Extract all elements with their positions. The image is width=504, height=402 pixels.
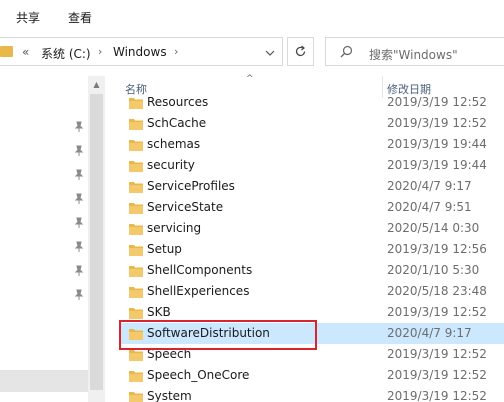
address-bar[interactable]: « 系统 (C:) › Windows › xyxy=(0,37,283,66)
file-date: 2019/3/19 12:52 xyxy=(387,305,487,319)
search-icon xyxy=(340,45,353,58)
pin-icon[interactable] xyxy=(74,241,84,253)
breadcrumb-drive[interactable]: 系统 (C:) xyxy=(41,45,91,62)
file-row[interactable]: Resources 2019/3/19 12:52 xyxy=(120,92,504,113)
folder-icon xyxy=(129,119,143,130)
folder-icon xyxy=(129,287,143,298)
pin-icon[interactable] xyxy=(74,289,84,301)
file-date: 2019/3/19 12:56 xyxy=(387,242,487,256)
pin-icon[interactable] xyxy=(74,193,84,205)
nav-scroll-thumb[interactable] xyxy=(90,94,103,390)
file-row[interactable]: security 2019/3/19 19:44 xyxy=(120,155,504,176)
file-row[interactable]: Setup 2019/3/19 12:56 xyxy=(120,239,504,260)
sort-up-icon: ^ xyxy=(246,74,254,84)
folder-icon xyxy=(129,245,143,256)
file-date: 2020/5/14 0:30 xyxy=(387,221,480,235)
file-row[interactable]: servicing 2020/5/14 0:30 xyxy=(120,218,504,239)
search-input[interactable]: 搜索"Windows" xyxy=(325,37,504,66)
file-date: 2019/3/19 12:52 xyxy=(387,95,487,109)
file-name: System xyxy=(147,389,192,402)
pin-icon[interactable] xyxy=(74,265,84,277)
file-name: ShellExperiences xyxy=(147,284,250,298)
search-placeholder: 搜索"Windows" xyxy=(369,48,458,62)
file-row[interactable]: schemas 2019/3/19 19:44 xyxy=(120,134,504,155)
file-name: SchCache xyxy=(147,116,207,130)
file-name: ServiceState xyxy=(147,200,224,214)
file-row[interactable]: System 2019/3/19 12:52 xyxy=(120,386,504,402)
file-date: 2019/3/19 12:52 xyxy=(387,368,487,382)
file-row[interactable]: ShellComponents 2020/1/10 5:30 xyxy=(120,260,504,281)
pin-icon[interactable] xyxy=(74,145,84,157)
scroll-up-icon[interactable]: ▲ xyxy=(88,76,105,93)
file-row[interactable]: ServiceState 2020/4/7 9:51 xyxy=(120,197,504,218)
pin-icon[interactable] xyxy=(74,121,84,133)
file-name: Resources xyxy=(147,95,209,109)
folder-icon xyxy=(129,371,143,382)
file-name: ShellComponents xyxy=(147,263,253,277)
file-name: ServiceProfiles xyxy=(147,179,235,193)
folder-icon xyxy=(129,266,143,277)
file-list: Resources 2019/3/19 12:52 SchCache 2019/3/1… xyxy=(105,92,504,402)
nav-selected-item[interactable] xyxy=(0,370,88,392)
file-date: 2019/3/19 19:44 xyxy=(387,137,487,151)
file-row[interactable]: ShellExperiences 2020/5/18 23:48 xyxy=(120,281,504,302)
folder-icon xyxy=(129,224,143,235)
file-name: servicing xyxy=(147,221,202,235)
file-date: 2019/3/19 12:52 xyxy=(387,116,487,130)
address-row: « 系统 (C:) › Windows › 搜索"Windows" xyxy=(0,34,504,70)
file-name: Speech_OneCore xyxy=(147,368,250,382)
folder-icon xyxy=(129,161,143,172)
folder-icon xyxy=(129,182,143,193)
folder-icon xyxy=(129,308,143,319)
chevron-down-icon[interactable] xyxy=(259,41,281,64)
folder-icon xyxy=(0,46,13,57)
file-date: 2020/4/7 9:17 xyxy=(387,179,472,193)
file-date: 2020/1/10 5:30 xyxy=(387,263,480,277)
file-date: 2020/5/18 23:48 xyxy=(387,284,487,298)
pin-icon[interactable] xyxy=(74,169,84,181)
file-name: security xyxy=(147,158,195,172)
file-row[interactable]: SchCache 2019/3/19 12:52 xyxy=(120,113,504,134)
folder-icon xyxy=(129,98,143,109)
tab-share[interactable]: 共享 xyxy=(16,9,40,26)
file-date: 2019/3/19 12:52 xyxy=(387,389,487,402)
chevron-right-icon[interactable]: › xyxy=(98,45,102,58)
file-row[interactable]: Speech_OneCore 2019/3/19 12:52 xyxy=(120,365,504,386)
navigation-pane: ▲ xyxy=(0,76,105,402)
tab-view[interactable]: 查看 xyxy=(68,9,92,26)
breadcrumb-overflow[interactable]: « xyxy=(22,45,29,59)
file-name: SKB xyxy=(147,305,171,319)
pin-icon[interactable] xyxy=(74,217,84,229)
refresh-button[interactable] xyxy=(287,37,314,66)
ribbon-tabs: 共享 查看 xyxy=(0,0,504,34)
folder-icon xyxy=(129,350,143,361)
file-name: Setup xyxy=(147,242,182,256)
folder-icon xyxy=(129,392,143,402)
highlight-annotation xyxy=(119,320,317,350)
chevron-right-icon[interactable]: › xyxy=(174,45,178,58)
file-date: 2019/3/19 12:52 xyxy=(387,347,487,361)
file-date: 2020/4/7 9:17 xyxy=(387,326,472,340)
refresh-icon xyxy=(295,45,306,57)
file-row[interactable]: ServiceProfiles 2020/4/7 9:17 xyxy=(120,176,504,197)
file-date: 2020/4/7 9:51 xyxy=(387,200,472,214)
file-date: 2019/3/19 19:44 xyxy=(387,158,487,172)
file-name: schemas xyxy=(147,137,201,151)
breadcrumb-windows[interactable]: Windows xyxy=(113,45,167,59)
folder-icon xyxy=(129,140,143,151)
folder-icon xyxy=(129,203,143,214)
